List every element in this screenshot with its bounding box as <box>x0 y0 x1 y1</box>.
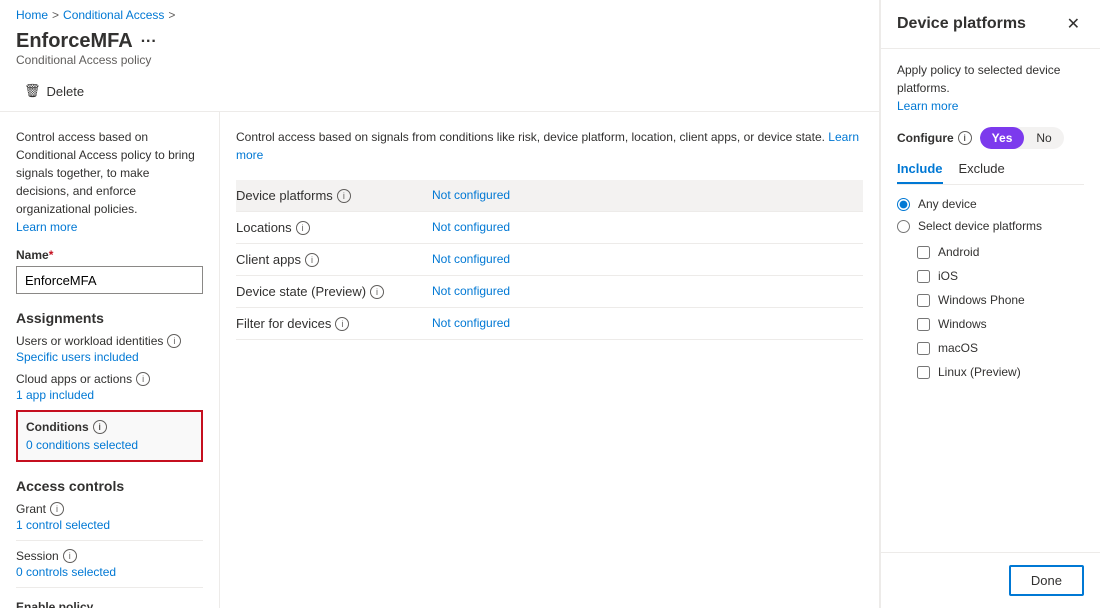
name-label: Name* <box>16 248 203 262</box>
tab-exclude[interactable]: Exclude <box>959 161 1005 184</box>
side-panel-description: Apply policy to selected device platform… <box>897 61 1084 115</box>
condition-name: Client apps i <box>236 252 416 267</box>
breadcrumb: Home > Conditional Access > <box>0 0 879 30</box>
delete-icon: 🗑 <box>24 83 41 99</box>
condition-row[interactable]: Filter for devices i Not configured <box>236 308 863 340</box>
condition-row[interactable]: Client apps i Not configured <box>236 244 863 276</box>
condition-status[interactable]: Not configured <box>432 252 510 266</box>
side-panel-footer: Done <box>881 552 1100 608</box>
cloud-info-icon[interactable]: i <box>136 372 150 386</box>
configure-label: Configure i <box>897 131 972 145</box>
page-subtitle: Conditional Access policy <box>16 53 863 67</box>
grant-info-icon[interactable]: i <box>50 502 64 516</box>
users-info-icon[interactable]: i <box>167 334 181 348</box>
toolbar: 🗑 Delete <box>0 75 879 111</box>
done-button[interactable]: Done <box>1009 565 1084 596</box>
name-required: * <box>49 248 54 262</box>
conditions-value: 0 conditions selected <box>26 438 193 452</box>
condition-info-icon[interactable]: i <box>335 317 349 331</box>
conditions-box[interactable]: Conditions i 0 conditions selected <box>16 410 203 462</box>
condition-name: Device platforms i <box>236 188 416 203</box>
condition-status[interactable]: Not configured <box>432 188 510 202</box>
platform-checkbox-item[interactable]: Linux (Preview) <box>917 365 1084 379</box>
name-input[interactable] <box>16 266 203 294</box>
condition-row[interactable]: Device platforms i Not configured <box>236 180 863 212</box>
side-panel: Device platforms ✕ Apply policy to selec… <box>880 0 1100 608</box>
condition-name: Device state (Preview) i <box>236 284 416 299</box>
grant-item: Grant i 1 control selected <box>16 502 203 532</box>
access-controls-title: Access controls <box>16 478 203 494</box>
breadcrumb-sep2: > <box>168 8 175 22</box>
breadcrumb-sep1: > <box>52 8 59 22</box>
condition-status[interactable]: Not configured <box>432 220 510 234</box>
radio-group: Any device Select device platforms <box>897 197 1084 233</box>
assignments-title: Assignments <box>16 310 203 326</box>
platform-checkbox-item[interactable]: macOS <box>917 341 1084 355</box>
platform-checkbox-item[interactable]: Windows <box>917 317 1084 331</box>
session-item: Session i 0 controls selected <box>16 549 203 579</box>
condition-info-icon[interactable]: i <box>305 253 319 267</box>
users-assignment: Users or workload identities i Specific … <box>16 334 203 364</box>
condition-info-icon[interactable]: i <box>337 189 351 203</box>
tab-include[interactable]: Include <box>897 161 943 184</box>
condition-name: Locations i <box>236 220 416 235</box>
condition-status[interactable]: Not configured <box>432 316 510 330</box>
configure-row: Configure i Yes No <box>897 127 1084 149</box>
include-exclude-tabs: Include Exclude <box>897 161 1084 185</box>
radio-select-platforms[interactable]: Select device platforms <box>897 219 1084 233</box>
condition-row[interactable]: Device state (Preview) i Not configured <box>236 276 863 308</box>
side-panel-learn-more[interactable]: Learn more <box>897 99 958 113</box>
session-value[interactable]: 0 controls selected <box>16 565 203 579</box>
configure-info-icon[interactable]: i <box>958 131 972 145</box>
cloud-value[interactable]: 1 app included <box>16 388 203 402</box>
platform-checkbox-item[interactable]: iOS <box>917 269 1084 283</box>
toggle-yes[interactable]: Yes <box>980 127 1025 149</box>
right-description: Control access based on signals from con… <box>236 128 863 164</box>
grant-value[interactable]: 1 control selected <box>16 518 203 532</box>
delete-label: Delete <box>47 84 85 99</box>
right-panel: Control access based on signals from con… <box>220 112 879 608</box>
platform-checkbox-item[interactable]: Android <box>917 245 1084 259</box>
toggle-no[interactable]: No <box>1024 127 1063 149</box>
delete-button[interactable]: 🗑 Delete <box>16 79 92 103</box>
side-panel-header: Device platforms ✕ <box>881 0 1100 49</box>
conditions-list: Device platforms i Not configured Locati… <box>236 180 863 340</box>
breadcrumb-conditional-access[interactable]: Conditional Access <box>63 8 164 22</box>
side-panel-title: Device platforms <box>897 15 1026 33</box>
side-panel-body: Apply policy to selected device platform… <box>881 49 1100 552</box>
session-info-icon[interactable]: i <box>63 549 77 563</box>
configure-toggle[interactable]: Yes No <box>980 127 1064 149</box>
more-options-icon[interactable]: ··· <box>141 33 157 51</box>
conditions-info-icon[interactable]: i <box>93 420 107 434</box>
left-learn-more[interactable]: Learn more <box>16 220 77 234</box>
condition-info-icon[interactable]: i <box>296 221 310 235</box>
condition-name: Filter for devices i <box>236 316 416 331</box>
enable-policy-title: Enable policy <box>16 600 203 608</box>
users-value[interactable]: Specific users included <box>16 350 203 364</box>
access-divider <box>16 540 203 541</box>
left-description: Control access based on Conditional Acce… <box>16 128 203 236</box>
radio-any-device[interactable]: Any device <box>897 197 1084 211</box>
session-divider <box>16 587 203 588</box>
platform-checkbox-item[interactable]: Windows Phone <box>917 293 1084 307</box>
platform-checkboxes: Android iOS Windows Phone Windows macOS Linux… <box>917 245 1084 379</box>
content-body: Control access based on Conditional Acce… <box>0 112 879 608</box>
condition-info-icon[interactable]: i <box>370 285 384 299</box>
page-title-text: EnforceMFA <box>16 30 133 53</box>
condition-row[interactable]: Locations i Not configured <box>236 212 863 244</box>
cloud-assignment: Cloud apps or actions i 1 app included <box>16 372 203 402</box>
page-header: EnforceMFA ··· Conditional Access policy <box>0 30 879 75</box>
close-button[interactable]: ✕ <box>1063 12 1084 36</box>
breadcrumb-home[interactable]: Home <box>16 8 48 22</box>
left-panel: Control access based on Conditional Acce… <box>0 112 220 608</box>
condition-status[interactable]: Not configured <box>432 284 510 298</box>
